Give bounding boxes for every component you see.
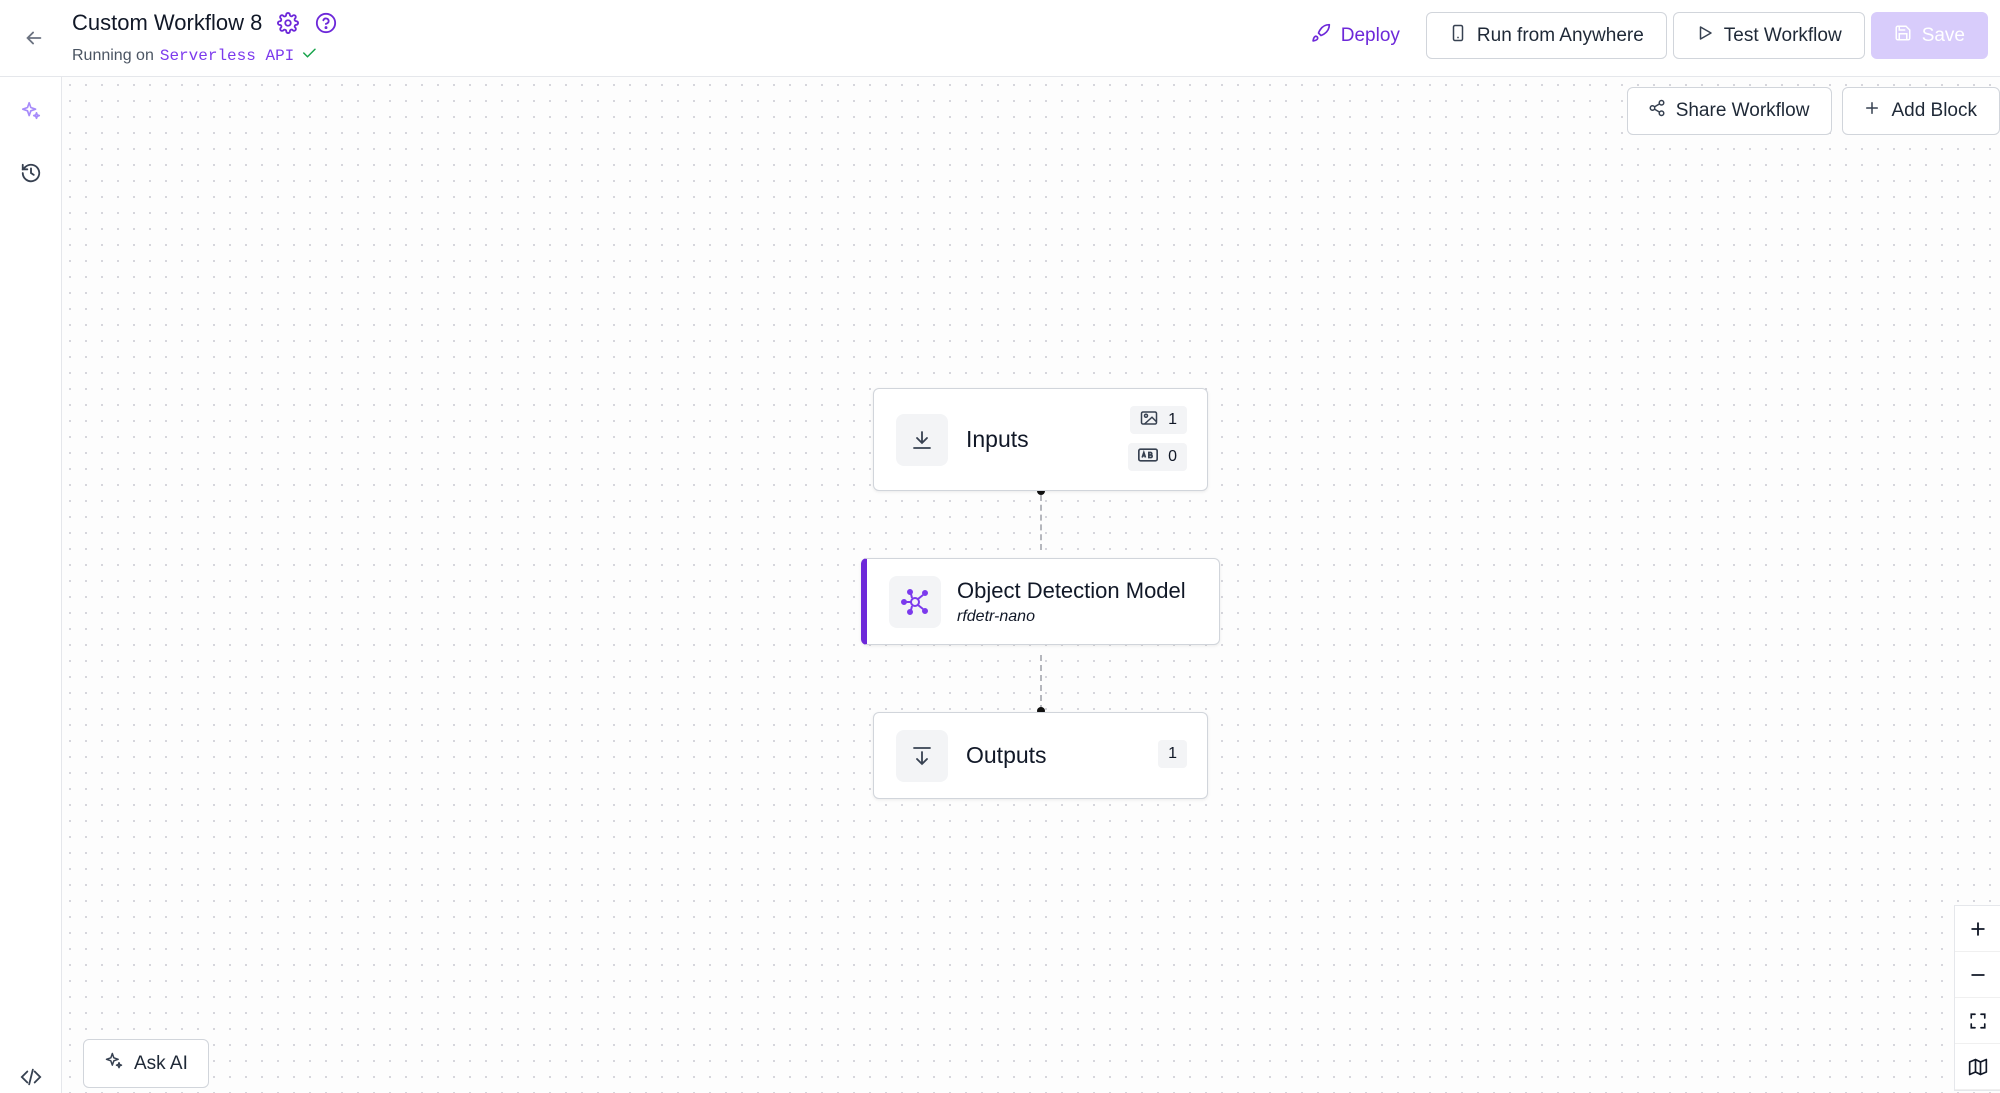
- add-block-button[interactable]: Add Block: [1842, 87, 2000, 135]
- run-from-anywhere-label: Run from Anywhere: [1476, 24, 1644, 46]
- inputs-label: Inputs: [966, 426, 1029, 452]
- code-icon[interactable]: [17, 1063, 45, 1091]
- save-label: Save: [1921, 24, 1965, 46]
- running-prefix: Running on: [72, 46, 154, 64]
- play-icon: [1696, 24, 1714, 48]
- deploy-label: Deploy: [1340, 24, 1400, 46]
- save-floppy-icon: [1894, 24, 1912, 48]
- history-icon[interactable]: [17, 159, 45, 187]
- download-icon: [896, 413, 948, 466]
- share-workflow-label: Share Workflow: [1675, 100, 1810, 121]
- arrow-down-to-line-icon: [896, 729, 948, 782]
- rocket-icon: [1311, 23, 1331, 49]
- canvas-actions: Share Workflow Add Block: [1626, 87, 2000, 135]
- title-row: Custom Workflow 8: [72, 10, 338, 36]
- share-icon: [1648, 99, 1666, 123]
- model-subtitle: rfdetr-nano: [957, 607, 1035, 625]
- ask-ai-label: Ask AI: [134, 1052, 188, 1074]
- running-target: Serverless API: [159, 46, 295, 65]
- test-workflow-label: Test Workflow: [1723, 24, 1842, 46]
- model-title: Object Detection Model: [957, 577, 1186, 603]
- inputs-node[interactable]: Inputs 1 0: [873, 388, 1208, 491]
- plus-icon: [1863, 99, 1881, 123]
- workflow-title[interactable]: Custom Workflow 8: [72, 10, 262, 36]
- ask-ai-button[interactable]: Ask AI: [83, 1039, 209, 1088]
- back-arrow-icon[interactable]: [20, 24, 48, 52]
- settings-gear-icon[interactable]: [276, 11, 300, 35]
- run-from-anywhere-button[interactable]: Run from Anywhere: [1425, 12, 1667, 59]
- image-icon: [1140, 410, 1158, 431]
- zoom-in-plus-icon[interactable]: [1955, 906, 2000, 952]
- edge-inputs-to-model: [1040, 495, 1042, 550]
- zoom-controls: [1954, 905, 2000, 1091]
- share-workflow-button[interactable]: Share Workflow: [1626, 87, 1833, 135]
- phone-icon: [1449, 23, 1467, 49]
- image-input-count: 1: [1168, 411, 1177, 428]
- help-circle-icon[interactable]: [314, 11, 338, 35]
- model-network-icon: [889, 575, 941, 628]
- fit-view-icon[interactable]: [1955, 998, 2000, 1044]
- minimap-icon[interactable]: [1955, 1044, 2000, 1090]
- top-actions: Deploy Run from Anywhere Test Workflow S…: [1280, 12, 1988, 59]
- add-block-label: Add Block: [1891, 100, 1977, 121]
- left-sidebar: [0, 77, 62, 1093]
- save-button[interactable]: Save: [1870, 12, 1988, 59]
- running-status: Running on Serverless API: [72, 44, 318, 67]
- model-text: Object Detection Model rfdetr-nano: [957, 578, 1186, 626]
- test-workflow-button[interactable]: Test Workflow: [1672, 12, 1865, 59]
- top-bar: Custom Workflow 8 Running on Serverless …: [0, 0, 2000, 77]
- image-input-badge: 1: [1130, 406, 1187, 434]
- zoom-out-minus-icon[interactable]: [1955, 952, 2000, 998]
- outputs-node[interactable]: Outputs 1: [873, 712, 1208, 799]
- parameter-input-badge: 0: [1128, 443, 1187, 471]
- outputs-count: 1: [1168, 745, 1177, 762]
- sparkles-icon[interactable]: [17, 97, 45, 125]
- deploy-button[interactable]: Deploy: [1280, 12, 1420, 59]
- edge-model-to-outputs: [1040, 655, 1042, 711]
- check-icon: [300, 44, 318, 67]
- object-detection-model-node[interactable]: Object Detection Model rfdetr-nano: [861, 558, 1220, 645]
- text-param-icon: [1138, 447, 1159, 467]
- outputs-label: Outputs: [966, 742, 1047, 768]
- outputs-count-badge: 1: [1158, 740, 1187, 768]
- parameter-input-count: 0: [1168, 448, 1177, 465]
- ai-sparkles-icon: [104, 1051, 124, 1077]
